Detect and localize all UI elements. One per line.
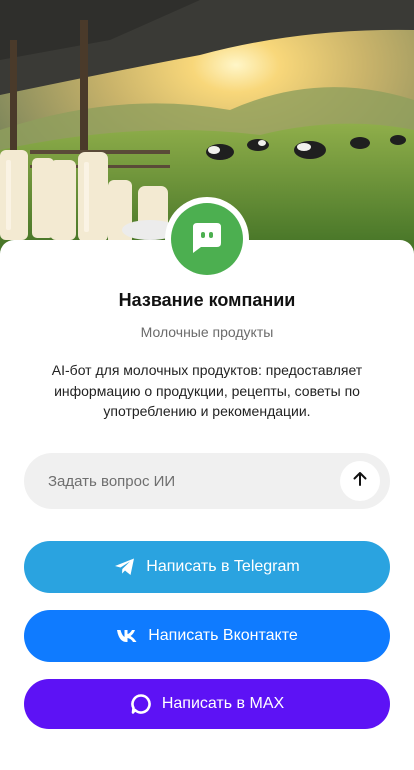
company-category: Молочные продукты (140, 324, 274, 340)
max-label: Написать в MAX (161, 695, 285, 712)
arrow-up-icon (351, 470, 369, 493)
vk-label: Написать Вконтакте (148, 627, 298, 644)
ask-ai-input[interactable] (48, 453, 348, 509)
telegram-icon (114, 557, 136, 577)
vk-button[interactable]: Написать Вконтакте (24, 610, 390, 662)
telegram-button[interactable]: Написать в Telegram (24, 541, 390, 593)
telegram-label: Написать в Telegram (146, 558, 300, 575)
avatar-ring (165, 197, 249, 281)
chat-bot-icon (187, 217, 227, 262)
ask-ai-bar (24, 453, 390, 509)
vk-icon (116, 629, 138, 643)
max-icon (130, 693, 152, 715)
company-name: Название компании (118, 290, 296, 310)
avatar (171, 203, 243, 275)
company-description: AI-бот для молочных продуктов: предостав… (51, 362, 363, 419)
max-button[interactable]: Написать в MAX (24, 679, 390, 729)
send-button[interactable] (340, 461, 380, 501)
